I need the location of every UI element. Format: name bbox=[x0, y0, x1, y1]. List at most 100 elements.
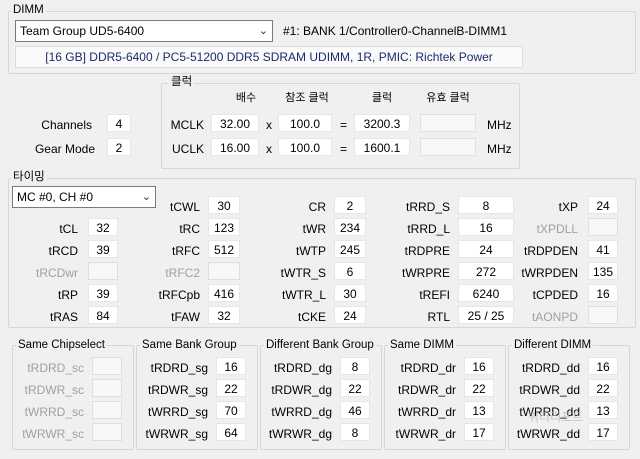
timing-label-taonpd: tAONPD bbox=[531, 310, 578, 324]
timing-group-label: 타이밍 bbox=[11, 171, 47, 184]
timing-label-twrpre: tWRPRE bbox=[402, 266, 450, 280]
channels-value: 4 bbox=[107, 114, 131, 132]
mclk-label: MCLK bbox=[170, 118, 204, 132]
timing-label-tcke: tCKE bbox=[297, 310, 326, 324]
sub-timing-value-twrrd_sg: 70 bbox=[216, 401, 246, 419]
timing-value-trcd: 39 bbox=[88, 240, 118, 258]
timing-value-cr: 2 bbox=[334, 196, 366, 214]
timing-label-tfaw: tFAW bbox=[171, 310, 200, 324]
timing-value-trrd_l: 16 bbox=[458, 218, 514, 236]
sub-timing-value-twrrd_dd: 13 bbox=[588, 401, 618, 419]
watermark-text: 쿼터리포트 bbox=[528, 410, 584, 424]
timing-label-twrpden: tWRPDEN bbox=[521, 266, 578, 280]
gear-mode-label: Gear Mode bbox=[34, 142, 95, 156]
sub-timing-label-trdwr_dr: tRDWR_dr bbox=[397, 383, 456, 397]
timing-label-twtr_s: tWTR_S bbox=[280, 266, 326, 280]
module-select[interactable]: Team Group UD5-6400 ⌄ bbox=[15, 20, 273, 42]
timing-value-trefi: 6240 bbox=[458, 284, 514, 302]
sub-timing-value-twrrd_dr: 13 bbox=[464, 401, 494, 419]
sub-timing-label-twrrd_sg: tWRRD_sg bbox=[147, 405, 208, 419]
timing-value-trp: 39 bbox=[88, 284, 118, 302]
timing-label-rtl: RTL bbox=[427, 310, 450, 324]
timing-label-trdpden: tRDPDEN bbox=[523, 244, 578, 258]
mclk-unit: MHz bbox=[487, 118, 512, 132]
sub-timing-label-trdrd_dg: tRDRD_dg bbox=[273, 361, 332, 375]
mc-channel-select[interactable]: MC #0, CH #0 ⌄ bbox=[12, 186, 156, 208]
timing-label-tcl: tCL bbox=[59, 222, 78, 236]
timing-label-twr: tWR bbox=[302, 222, 326, 236]
timing-label-trfc: tRFC bbox=[172, 244, 200, 258]
timing-label-trcdwr: tRCDwr bbox=[36, 266, 78, 280]
mclk-equals-sign: = bbox=[339, 118, 347, 132]
sub-timing-label-trdwr_sg: tRDWR_sg bbox=[147, 383, 208, 397]
timing-label-tras: tRAS bbox=[49, 310, 78, 324]
col-effective-header: 유효 클럭 bbox=[426, 92, 470, 104]
sub-timing-label-trdrd_dr: tRDRD_dr bbox=[400, 361, 456, 375]
sub-timing-value-twrwr_sg: 64 bbox=[216, 423, 246, 441]
sub-timing-label-trdrd_sc: tRDRD_sc bbox=[27, 361, 84, 375]
timing-label-cr: CR bbox=[308, 200, 326, 214]
sub-timing-value-twrwr_dr: 17 bbox=[464, 423, 494, 441]
uclk-equals-sign: = bbox=[339, 142, 347, 156]
sub-group-title: Same Bank Group bbox=[140, 339, 239, 352]
col-multiplier-header: 배수 bbox=[235, 92, 257, 104]
timing-value-trfc2 bbox=[208, 262, 240, 280]
uclk-clock: 1600.1 bbox=[354, 138, 410, 156]
sub-timing-label-trdrd_sg: tRDRD_sg bbox=[150, 361, 208, 375]
module-select-value: Team Group UD5-6400 bbox=[20, 24, 145, 38]
sub-timing-value-trdwr_sg: 22 bbox=[216, 379, 246, 397]
timing-label-tcpded: tCPDED bbox=[532, 288, 578, 302]
timing-value-txpdll bbox=[588, 218, 618, 236]
timing-label-trefi: tREFI bbox=[419, 288, 450, 302]
sub-timing-label-trdrd_dd: tRDRD_dd bbox=[521, 361, 580, 375]
sub-timing-label-twrwr_dg: tWRWR_dg bbox=[268, 427, 332, 441]
timing-label-trcd: tRCD bbox=[48, 244, 78, 258]
timing-value-trfc: 512 bbox=[208, 240, 240, 258]
uclk-unit: MHz bbox=[487, 142, 512, 156]
timing-value-tcwl: 30 bbox=[208, 196, 240, 214]
sub-timing-value-trdrd_dg: 8 bbox=[340, 357, 370, 375]
timing-label-txp: tXP bbox=[558, 200, 578, 214]
timing-label-trdpre: tRDPRE bbox=[404, 244, 450, 258]
gear-mode-value: 2 bbox=[107, 138, 131, 156]
timing-value-taonpd bbox=[588, 306, 618, 324]
uclk-effective-clock bbox=[420, 138, 476, 156]
uclk-times-sign: x bbox=[266, 142, 272, 156]
timing-value-trdpre: 24 bbox=[458, 240, 514, 258]
timing-value-twr: 234 bbox=[334, 218, 366, 236]
clock-group-label: 클럭 bbox=[169, 76, 195, 89]
sub-timing-label-trdwr_dg: tRDWR_dg bbox=[271, 383, 332, 397]
timing-label-twtr_l: tWTR_L bbox=[281, 288, 326, 302]
sub-timing-value-trdwr_dr: 22 bbox=[464, 379, 494, 397]
sub-timing-value-trdrd_sc bbox=[92, 357, 122, 375]
timing-value-trfcpb: 416 bbox=[208, 284, 240, 302]
sub-timing-label-twrwr_sc: tWRWR_sc bbox=[22, 427, 84, 441]
channels-label: Channels bbox=[41, 118, 92, 132]
timing-value-tfaw: 32 bbox=[208, 306, 240, 324]
timing-label-trc: tRC bbox=[179, 222, 200, 236]
sub-timing-label-trdwr_dd: tRDWR_dd bbox=[519, 383, 580, 397]
timing-value-tcl: 32 bbox=[88, 218, 118, 236]
timing-value-twtr_l: 30 bbox=[334, 284, 366, 302]
timing-value-twtr_s: 6 bbox=[334, 262, 366, 280]
timing-value-trc: 123 bbox=[208, 218, 240, 236]
timing-value-twrpden: 135 bbox=[588, 262, 618, 280]
sub-timing-value-twrwr_dg: 8 bbox=[340, 423, 370, 441]
mclk-multiplier: 32.00 bbox=[211, 114, 259, 132]
col-clock-header: 클럭 bbox=[371, 92, 393, 104]
timing-label-trp: tRP bbox=[57, 288, 78, 302]
sub-timing-value-trdrd_sg: 16 bbox=[216, 357, 246, 375]
mclk-times-sign: x bbox=[266, 118, 272, 132]
mclk-ref-clock: 100.0 bbox=[278, 114, 332, 132]
timing-label-twtp: tWTP bbox=[296, 244, 326, 258]
sub-group-title: Same Chipselect bbox=[16, 339, 107, 352]
sub-timing-label-twrrd_dr: tWRRD_dr bbox=[397, 405, 456, 419]
timing-value-tras: 84 bbox=[88, 306, 118, 324]
timing-value-tcpded: 16 bbox=[588, 284, 618, 302]
timing-value-trdpden: 41 bbox=[588, 240, 618, 258]
sub-timing-value-twrwr_dd: 17 bbox=[588, 423, 618, 441]
uclk-ref-clock: 100.0 bbox=[278, 138, 332, 156]
timing-label-txpdll: tXPDLL bbox=[536, 222, 578, 236]
dimm-summary: [16 GB] DDR5-6400 / PC5-51200 DDR5 SDRAM… bbox=[15, 46, 523, 68]
sub-timing-label-twrrd_sc: tWRRD_sc bbox=[24, 405, 84, 419]
